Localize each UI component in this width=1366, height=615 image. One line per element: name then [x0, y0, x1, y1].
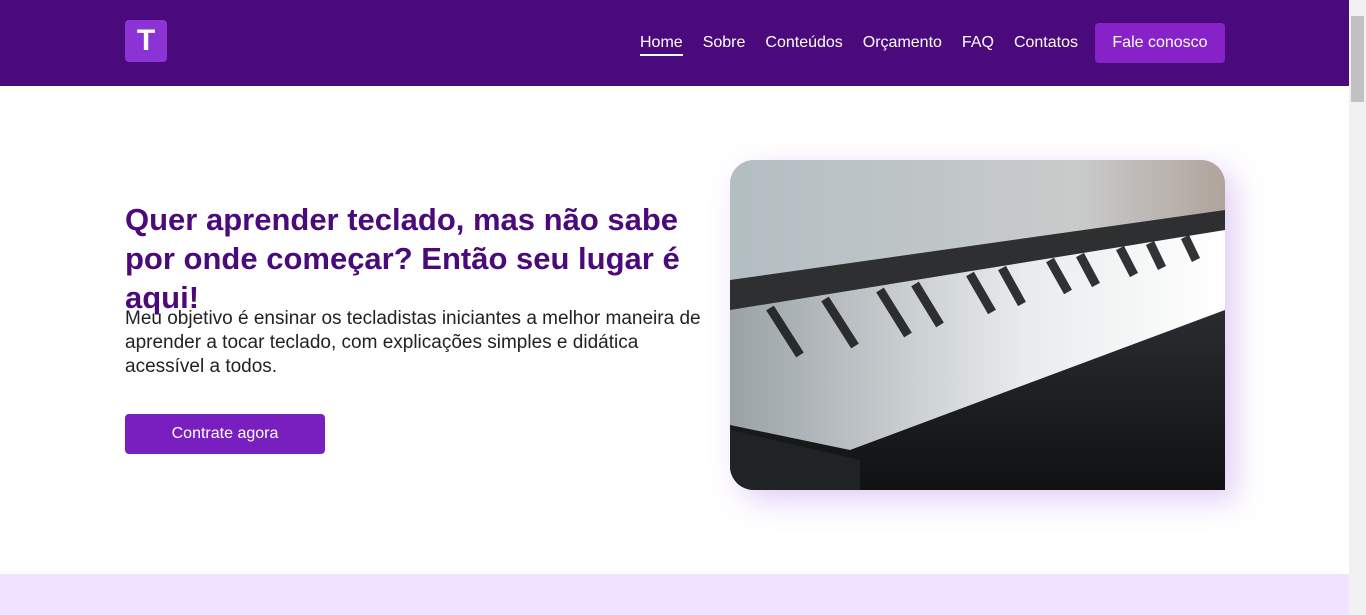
main-nav: Home Sobre Conteúdos Orçamento FAQ Conta… — [630, 0, 1088, 86]
contrate-agora-button[interactable]: Contrate agora — [125, 414, 325, 454]
keyboard-illustration — [730, 160, 1225, 490]
nav-home[interactable]: Home — [640, 30, 683, 56]
hero-description: Meu objetivo é ensinar os tecladistas in… — [125, 308, 701, 377]
page-scrollbar[interactable] — [1349, 0, 1366, 615]
hero-title: Quer aprender teclado, mas não sabe por … — [125, 202, 680, 315]
next-section-band — [0, 574, 1349, 615]
keyboard-photo — [730, 160, 1225, 490]
nav-contatos[interactable]: Contatos — [1014, 30, 1078, 56]
page: T Home Sobre Conteúdos Orçamento FAQ Con… — [0, 0, 1349, 615]
logo[interactable]: T — [125, 20, 167, 62]
nav-faq[interactable]: FAQ — [962, 30, 994, 56]
site-header: T Home Sobre Conteúdos Orçamento FAQ Con… — [0, 0, 1349, 86]
nav-conteudos[interactable]: Conteúdos — [765, 30, 842, 56]
nav-sobre[interactable]: Sobre — [703, 30, 746, 56]
fale-conosco-button[interactable]: Fale conosco — [1095, 23, 1225, 63]
nav-orcamento[interactable]: Orçamento — [863, 30, 942, 56]
scrollbar-thumb[interactable] — [1351, 16, 1364, 102]
